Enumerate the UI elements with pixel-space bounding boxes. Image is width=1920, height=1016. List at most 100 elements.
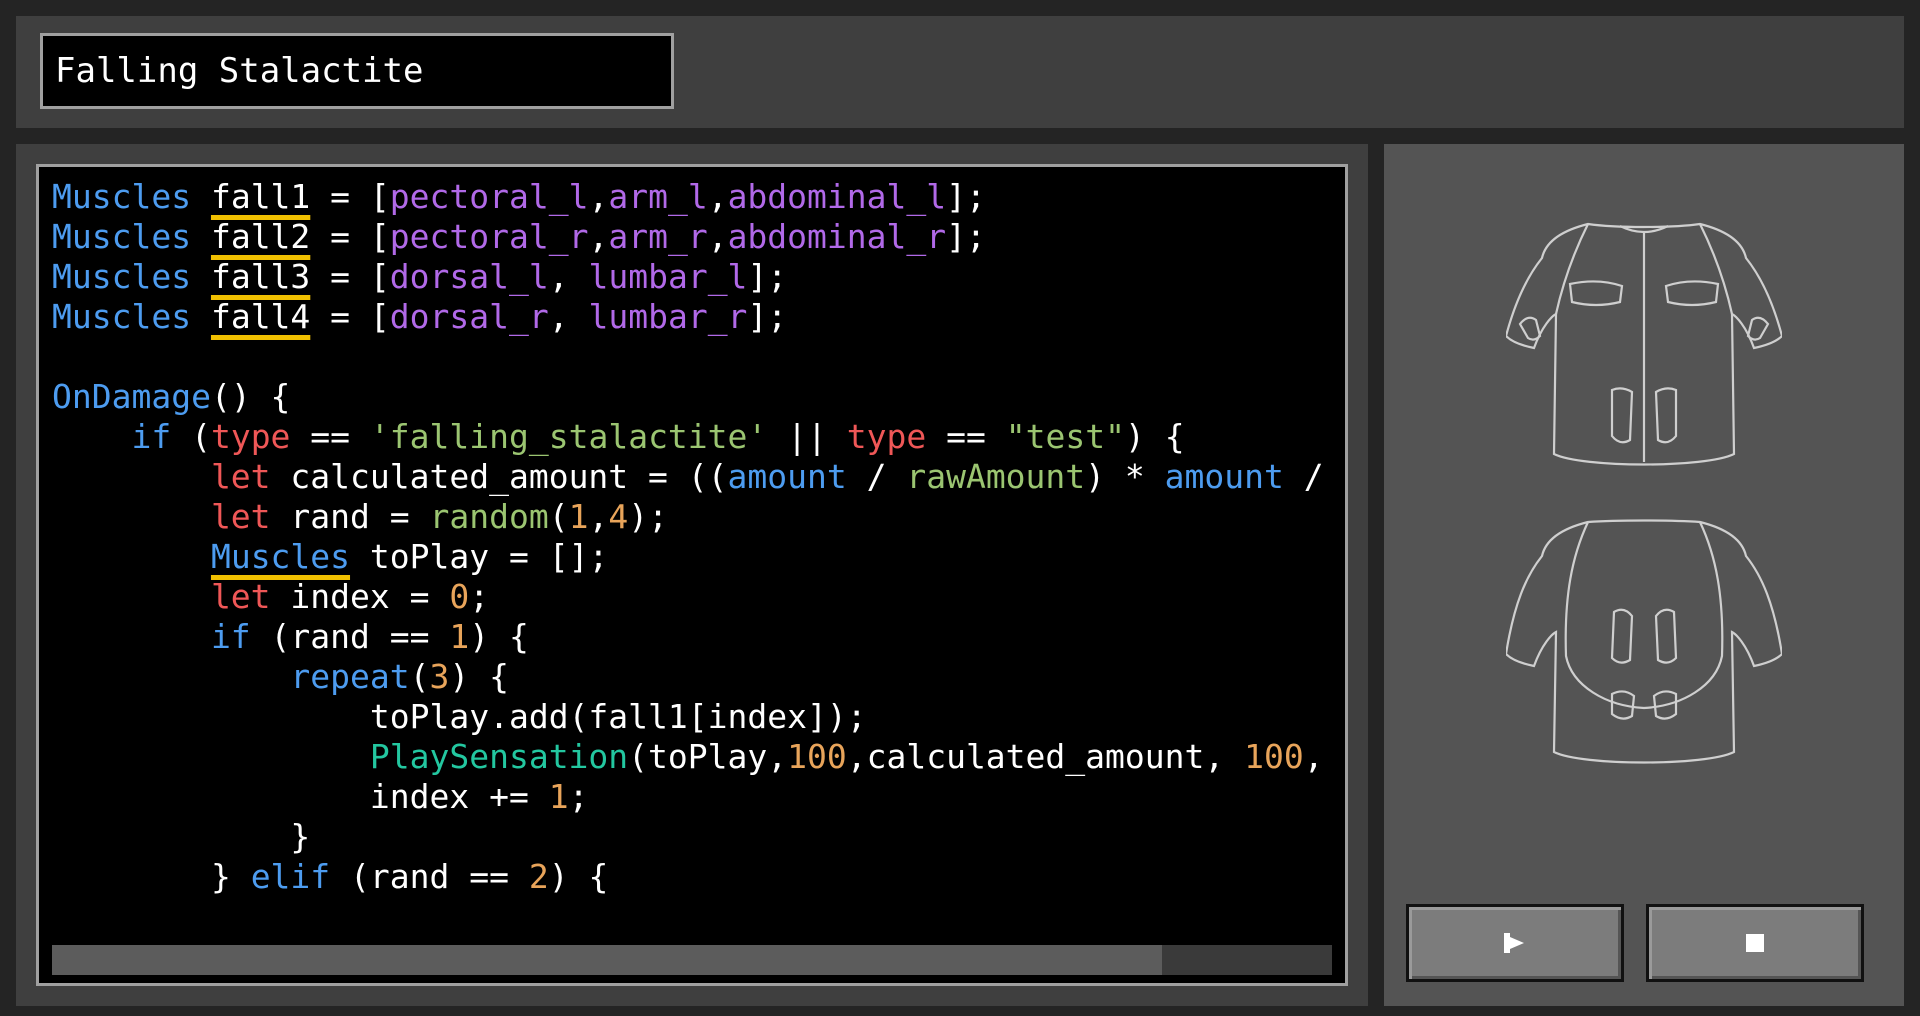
- code-token: = [: [310, 217, 390, 256]
- code-token: OnDamage: [52, 377, 211, 416]
- code-token: index +=: [52, 777, 549, 816]
- code-token: ,: [588, 497, 609, 536]
- code-token: fall3: [210, 257, 311, 296]
- code-token: elif: [250, 857, 351, 896]
- code-token: let: [52, 577, 291, 616]
- code-line[interactable]: Muscles fall2 = [pectoral_r,arm_r,abdomi…: [52, 217, 1345, 257]
- code-token: 1: [548, 777, 569, 816]
- code-line[interactable]: [52, 337, 1345, 377]
- code-token: 4: [608, 497, 629, 536]
- top-panel: [16, 16, 1904, 128]
- code-token: ) {: [469, 617, 529, 656]
- code-token: (: [191, 417, 211, 456]
- code-line[interactable]: Muscles toPlay = [];: [52, 537, 1345, 577]
- code-token: PlaySensation: [52, 737, 629, 776]
- code-token: if: [52, 417, 192, 456]
- code-token: () {: [210, 377, 291, 416]
- code-token: pectoral_l: [389, 177, 589, 216]
- code-token: ,calculated_amount,: [846, 737, 1245, 776]
- code-line[interactable]: PlaySensation(toPlay,100,calculated_amou…: [52, 737, 1345, 777]
- code-token: if: [52, 617, 271, 656]
- code-token: fall1: [210, 177, 311, 216]
- code-token: ,: [707, 217, 728, 256]
- code-token: 'falling_stalactite': [369, 417, 768, 456]
- code-line[interactable]: Muscles fall4 = [dorsal_r, lumbar_r];: [52, 297, 1345, 337]
- code-token: ,: [707, 177, 728, 216]
- code-token: type: [846, 417, 927, 456]
- code-token: ,: [548, 297, 589, 336]
- code-line[interactable]: Muscles fall3 = [dorsal_l, lumbar_l];: [52, 257, 1345, 297]
- stop-button[interactable]: [1646, 904, 1864, 982]
- code-token: (: [548, 497, 569, 536]
- code-token: ];: [747, 297, 788, 336]
- code-token: random: [429, 497, 549, 536]
- code-token: /: [846, 457, 907, 496]
- code-line[interactable]: index += 1;: [52, 777, 1345, 817]
- code-token: arm_r: [608, 217, 708, 256]
- code-token: }: [52, 857, 251, 896]
- code-line[interactable]: }: [52, 817, 1345, 857]
- code-token: dorsal_r: [389, 297, 549, 336]
- play-icon: [1504, 933, 1524, 953]
- code-token: 1: [568, 497, 589, 536]
- code-token: 1: [449, 617, 470, 656]
- scrollbar-thumb[interactable]: [52, 945, 1162, 975]
- code-token: abdominal_l: [727, 177, 947, 216]
- code-token: Muscles: [52, 257, 211, 296]
- play-button[interactable]: [1406, 904, 1624, 982]
- code-token: dorsal_l: [389, 257, 549, 296]
- code-token: );: [628, 497, 668, 536]
- code-token: ||: [767, 417, 847, 456]
- code-token: index =: [290, 577, 450, 616]
- code-token: amount: [1164, 457, 1284, 496]
- code-token: 0: [1343, 737, 1345, 776]
- code-token: ];: [946, 217, 986, 256]
- code-line[interactable]: let index = 0;: [52, 577, 1345, 617]
- code-line[interactable]: let rand = random(1,4);: [52, 497, 1345, 537]
- code-token: Muscles: [210, 537, 351, 576]
- code-token: }: [52, 817, 311, 856]
- code-token: (rand ==: [270, 617, 450, 656]
- code-token: "test": [1005, 417, 1125, 456]
- editor-panel: Muscles fall1 = [pectoral_l,arm_l,abdomi…: [16, 144, 1368, 1006]
- code-token: ;: [469, 577, 490, 616]
- code-token: = [: [310, 177, 390, 216]
- code-token: rawAmount: [906, 457, 1086, 496]
- suit-front-icon: [1506, 222, 1782, 466]
- code-line[interactable]: if (rand == 1) {: [52, 617, 1345, 657]
- code-token: toPlay.add(fall1[index]);: [52, 697, 867, 736]
- code-line[interactable]: toPlay.add(fall1[index]);: [52, 697, 1345, 737]
- code-line[interactable]: } elif (rand == 2) {: [52, 857, 1345, 897]
- code-line[interactable]: Muscles fall1 = [pectoral_l,arm_l,abdomi…: [52, 177, 1345, 217]
- code-token: fall2: [210, 217, 311, 256]
- code-token: Muscles: [52, 217, 211, 256]
- code-token: 2: [528, 857, 549, 896]
- code-token: rand =: [290, 497, 430, 536]
- code-token: ,: [1303, 737, 1344, 776]
- code-token: ==: [926, 417, 1006, 456]
- code-token: let: [52, 457, 291, 496]
- code-token: ,: [588, 217, 609, 256]
- code-token: Muscles: [52, 297, 211, 336]
- code-token: /: [1283, 457, 1344, 496]
- code-token: arm_l: [608, 177, 708, 216]
- code-line[interactable]: repeat(3) {: [52, 657, 1345, 697]
- code-line[interactable]: let calculated_amount = ((amount / rawAm…: [52, 457, 1345, 497]
- suit-preview-panel: [1384, 144, 1904, 1006]
- code-token: toPlay = [];: [350, 537, 609, 576]
- code-token: calculated_amount = ((: [290, 457, 728, 496]
- horizontal-scrollbar[interactable]: [52, 945, 1332, 975]
- code-text[interactable]: Muscles fall1 = [pectoral_l,arm_l,abdomi…: [52, 177, 1345, 897]
- code-line[interactable]: OnDamage() {: [52, 377, 1345, 417]
- code-token: lumbar_r: [588, 297, 748, 336]
- effect-name-input[interactable]: [40, 33, 674, 109]
- code-token: ,: [548, 257, 589, 296]
- code-token: lumbar_l: [588, 257, 748, 296]
- code-token: let: [52, 497, 291, 536]
- code-line[interactable]: if (type == 'falling_stalactite' || type…: [52, 417, 1345, 457]
- code-token: 100: [787, 737, 847, 776]
- code-token: amount: [727, 457, 847, 496]
- code-token: ) {: [449, 657, 509, 696]
- code-editor[interactable]: Muscles fall1 = [pectoral_l,arm_l,abdomi…: [36, 164, 1348, 986]
